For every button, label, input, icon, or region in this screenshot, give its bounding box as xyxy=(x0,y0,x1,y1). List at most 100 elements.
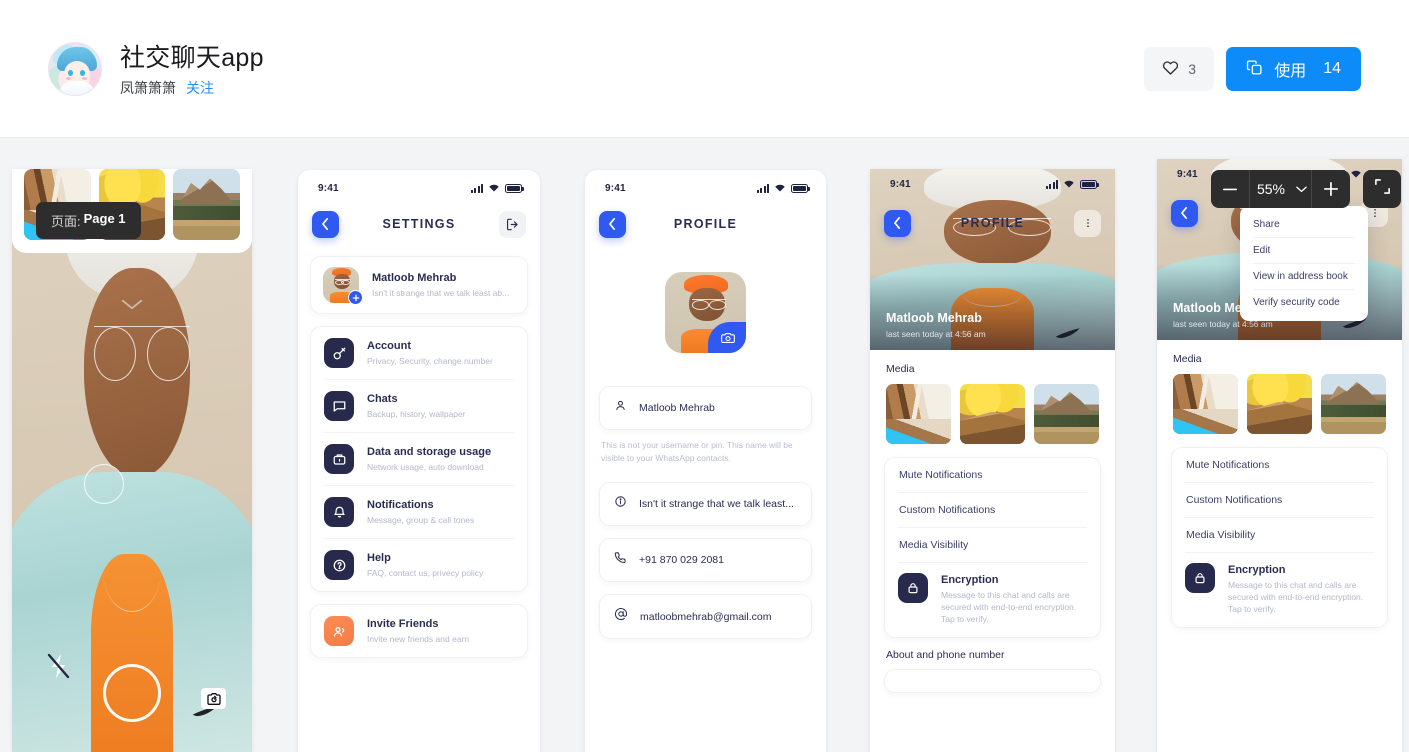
zoom-level-dropdown[interactable]: 55% xyxy=(1249,170,1312,208)
media-thumbnail[interactable] xyxy=(1321,374,1386,434)
encryption-text: Message to this chat and calls are secur… xyxy=(941,590,1077,624)
profile-photo[interactable] xyxy=(665,272,746,353)
follow-link[interactable]: 关注 xyxy=(186,79,214,97)
zoom-percent: 55% xyxy=(1256,181,1286,197)
artboard-camera[interactable]: 9:41 xyxy=(12,169,252,752)
phone-field[interactable]: +91 870 029 2081 xyxy=(599,538,812,582)
flash-off-icon[interactable] xyxy=(46,652,72,685)
shutter-button[interactable] xyxy=(103,664,161,722)
menu-item-view-in-address-book[interactable]: View in address book xyxy=(1240,264,1368,289)
option-media-visibility[interactable]: Media Visibility xyxy=(1172,518,1387,552)
settings-item-notifications[interactable]: Notifications Message, group & call tone… xyxy=(311,486,527,538)
option-mute-notifications[interactable]: Mute Notifications xyxy=(885,458,1100,492)
lock-icon xyxy=(1185,563,1215,593)
media-thumbnail[interactable] xyxy=(1173,374,1238,434)
profile-status: Isn't it strange that we talk least ab..… xyxy=(372,288,510,298)
item-title: Invite Friends xyxy=(367,618,439,630)
avatar[interactable] xyxy=(48,42,102,96)
email-field[interactable]: matloobmehrab@gmail.com xyxy=(599,594,812,639)
plus-badge-icon[interactable] xyxy=(348,290,363,305)
status-bar: 9:41 xyxy=(585,170,826,200)
chevron-down-icon[interactable] xyxy=(121,297,143,315)
signal-icon xyxy=(1045,179,1058,189)
item-title: Data and storage usage xyxy=(367,446,492,458)
design-canvas[interactable]: 9:41 xyxy=(0,139,1409,752)
media-thumbnail[interactable] xyxy=(960,384,1025,444)
wifi-icon xyxy=(774,179,786,197)
wifi-icon xyxy=(1350,165,1362,183)
status-bar: 9:41 xyxy=(870,169,1115,199)
chevron-down-icon xyxy=(1296,180,1307,198)
option-mute-notifications[interactable]: Mute Notifications xyxy=(1172,448,1387,482)
nav-bar: PROFILE xyxy=(585,200,826,248)
artboard-settings[interactable]: 9:41 SETTINGS Matloob Mehrab Isn't it st… xyxy=(298,170,540,752)
signal-icon xyxy=(470,183,483,193)
flip-camera-icon[interactable] xyxy=(201,688,226,709)
item-title: Account xyxy=(367,340,411,352)
option-custom-notifications[interactable]: Custom Notifications xyxy=(885,493,1100,527)
about-phone-card[interactable] xyxy=(884,669,1101,693)
status-time: 9:41 xyxy=(1177,168,1198,180)
camera-icon[interactable] xyxy=(708,321,746,353)
help-circle-icon xyxy=(324,550,354,580)
profile-card[interactable]: Matloob Mehrab Isn't it strange that we … xyxy=(310,256,528,314)
settings-item-help[interactable]: Help FAQ, contact us, privecy policy xyxy=(311,539,527,591)
artboard-profile-edit[interactable]: 9:41 PROFILE Matloob Mehrab This is not … xyxy=(585,170,826,752)
media-thumbnail[interactable] xyxy=(1034,384,1099,444)
item-title: Notifications xyxy=(367,499,434,511)
phone-value: +91 870 029 2081 xyxy=(639,554,724,566)
lock-icon xyxy=(898,573,928,603)
like-count: 3 xyxy=(1188,61,1197,77)
thumbnail-photo[interactable] xyxy=(173,169,241,240)
option-custom-notifications[interactable]: Custom Notifications xyxy=(1172,483,1387,517)
profile-hero: 9:41 PROFILE Matloob Mehrab last seen t xyxy=(870,169,1115,350)
menu-item-verify-security-code[interactable]: Verify security code xyxy=(1240,290,1368,315)
nav-bar: SETTINGS xyxy=(298,200,540,248)
focus-ring xyxy=(84,464,124,504)
plus-icon xyxy=(1324,182,1338,196)
person-icon xyxy=(614,399,627,417)
email-value: matloobmehrab@gmail.com xyxy=(640,610,772,623)
use-count: 14 xyxy=(1323,60,1341,77)
at-sign-icon xyxy=(614,607,628,626)
encryption-title: Encryption xyxy=(1228,564,1286,576)
option-encryption[interactable]: Encryption Message to this chat and call… xyxy=(885,563,1100,637)
briefcase-icon xyxy=(324,444,354,474)
option-encryption[interactable]: Encryption Message to this chat and call… xyxy=(1172,553,1387,627)
use-button[interactable]: 使用 14 xyxy=(1226,47,1361,91)
battery-icon xyxy=(505,183,524,193)
like-button[interactable]: 3 xyxy=(1144,47,1215,91)
signal-icon xyxy=(756,183,769,193)
bell-icon xyxy=(324,497,354,527)
last-seen: last seen today at 4:56 am xyxy=(886,329,986,339)
menu-item-share[interactable]: Share xyxy=(1240,212,1368,237)
name-field[interactable]: Matloob Mehrab xyxy=(599,386,812,430)
media-thumbnail[interactable] xyxy=(1247,374,1312,434)
screen-title: SETTINGS xyxy=(382,217,456,231)
wifi-icon xyxy=(488,179,500,197)
chat-options-card: Mute Notifications Custom Notifications … xyxy=(884,457,1101,638)
wifi-icon xyxy=(1063,175,1075,193)
zoom-out-button[interactable] xyxy=(1211,170,1249,208)
item-sub: Message, group & call tones xyxy=(367,515,475,525)
item-title: Help xyxy=(367,552,391,564)
media-thumbnail[interactable] xyxy=(886,384,951,444)
status-time: 9:41 xyxy=(605,182,626,194)
zoom-in-button[interactable] xyxy=(1312,170,1350,208)
context-menu[interactable]: Share Edit View in address book Verify s… xyxy=(1240,206,1368,321)
settings-item-data[interactable]: Data and storage usage Network usage, au… xyxy=(311,433,527,485)
artboard-chat-profile[interactable]: 9:41 PROFILE Matloob Mehrab last seen to… xyxy=(870,169,1115,752)
page-label-tooltip: 页面: Page 1 xyxy=(36,202,141,239)
phone-icon xyxy=(614,551,627,569)
heart-icon xyxy=(1162,60,1179,79)
about-field[interactable]: Isn't it strange that we talk least... xyxy=(599,482,812,526)
settings-list: Account Privacy, Security, change number… xyxy=(310,326,528,592)
menu-item-edit[interactable]: Edit xyxy=(1240,238,1368,263)
settings-item-account[interactable]: Account Privacy, Security, change number xyxy=(311,327,527,379)
fullscreen-button[interactable] xyxy=(1363,170,1401,208)
invite-friends-card[interactable]: Invite Friends Invite new friends and ea… xyxy=(310,604,528,658)
battery-icon xyxy=(791,183,810,193)
settings-item-chats[interactable]: Chats Backup, history, wallpaper xyxy=(311,380,527,432)
name-hint: This is not your username or pin. This n… xyxy=(601,440,793,463)
option-media-visibility[interactable]: Media Visibility xyxy=(885,528,1100,562)
